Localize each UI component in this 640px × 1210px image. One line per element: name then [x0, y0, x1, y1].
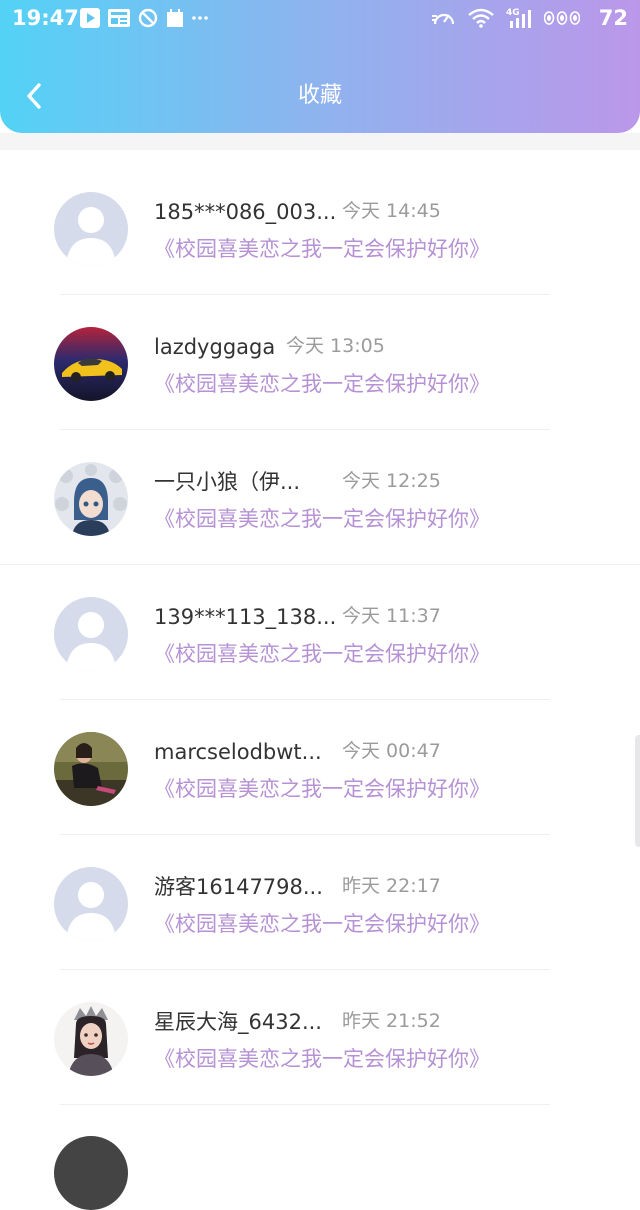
list-item[interactable]: lazdyggaga 今天 13:05 《校园喜美恋之我一定会保护好你》 — [0, 295, 640, 430]
timestamp: 今天 13:05 — [286, 335, 385, 357]
cell-signal-icon: 4G — [506, 8, 531, 28]
timestamp: 昨天 22:17 — [342, 875, 441, 897]
username: 185***086_003... — [154, 200, 337, 224]
username: 游客16147798... — [154, 875, 323, 899]
list-item[interactable]: 139***113_138... 今天 11:37 《校园喜美恋之我一定会保护好… — [0, 565, 640, 700]
header-spacer — [0, 133, 640, 150]
status-time: 19:47 — [12, 6, 79, 30]
novel-title[interactable]: 《校园喜美恋之我一定会保护好你》 — [154, 774, 490, 804]
default-avatar-icon[interactable] — [54, 192, 128, 266]
status-left-icons — [80, 7, 216, 29]
woman-photo-avatar[interactable] — [54, 732, 128, 806]
sports-car-avatar[interactable] — [54, 327, 128, 401]
list-item[interactable]: 一只小狼（伊... 今天 12:25 《校园喜美恋之我一定会保护好你》 — [0, 430, 640, 565]
play-icon — [80, 8, 100, 28]
news-icon — [108, 9, 130, 27]
dnd-icon — [138, 8, 158, 28]
speed-icon — [432, 13, 455, 25]
anime-girl-avatar[interactable] — [54, 462, 128, 536]
list-item[interactable]: marcselodbwt... 今天 00:47 《校园喜美恋之我一定会保护好你… — [0, 700, 640, 835]
calendar-icon — [167, 9, 183, 27]
status-bar: 19:47 4G 72 — [0, 0, 640, 36]
status-right-icons: 4G — [420, 7, 580, 29]
costume-girl-avatar[interactable] — [54, 1002, 128, 1076]
more-icon — [192, 16, 208, 20]
edge-scroll-handle[interactable] — [635, 735, 640, 847]
divider — [60, 1104, 550, 1105]
novel-title[interactable]: 《校园喜美恋之我一定会保护好你》 — [154, 909, 490, 939]
page-title: 收藏 — [297, 83, 342, 108]
list-item[interactable]: 星辰大海_6432... 昨天 21:52 《校园喜美恋之我一定会保护好你》 — [0, 970, 640, 1105]
timestamp: 今天 12:25 — [342, 470, 441, 492]
default-avatar-icon[interactable] — [54, 597, 128, 671]
novel-title[interactable]: 《校园喜美恋之我一定会保护好你》 — [154, 504, 490, 534]
username: 139***113_138... — [154, 605, 337, 629]
timestamp: 今天 00:47 — [342, 740, 441, 762]
avatar[interactable] — [54, 1136, 128, 1210]
username: marcselodbwt... — [154, 740, 322, 764]
novel-title[interactable]: 《校园喜美恋之我一定会保护好你》 — [154, 639, 490, 669]
novel-title[interactable]: 《校园喜美恋之我一定会保护好你》 — [154, 234, 490, 264]
timestamp: 昨天 21:52 — [342, 1010, 441, 1032]
username: lazdyggaga — [154, 335, 276, 359]
battery-level: 72 — [598, 6, 628, 30]
favorites-list: 185***086_003... 今天 14:45 《校园喜美恋之我一定会保护好… — [0, 160, 640, 1105]
wifi-icon — [468, 8, 494, 28]
username: 一只小狼（伊... — [154, 470, 301, 494]
novel-title[interactable]: 《校园喜美恋之我一定会保护好你》 — [154, 369, 490, 399]
header-bar: 19:47 4G 72 收藏 — [0, 0, 640, 133]
list-item[interactable]: 185***086_003... 今天 14:45 《校园喜美恋之我一定会保护好… — [0, 160, 640, 295]
indicator-icon — [544, 11, 580, 25]
network-label: 4G — [506, 8, 520, 18]
novel-title[interactable]: 《校园喜美恋之我一定会保护好你》 — [154, 1044, 490, 1074]
list-item[interactable]: 游客16147798... 昨天 22:17 《校园喜美恋之我一定会保护好你》 — [0, 835, 640, 970]
username: 星辰大海_6432... — [154, 1010, 322, 1034]
timestamp: 今天 14:45 — [342, 200, 441, 222]
timestamp: 今天 11:37 — [342, 605, 441, 627]
default-avatar-icon[interactable] — [54, 867, 128, 941]
